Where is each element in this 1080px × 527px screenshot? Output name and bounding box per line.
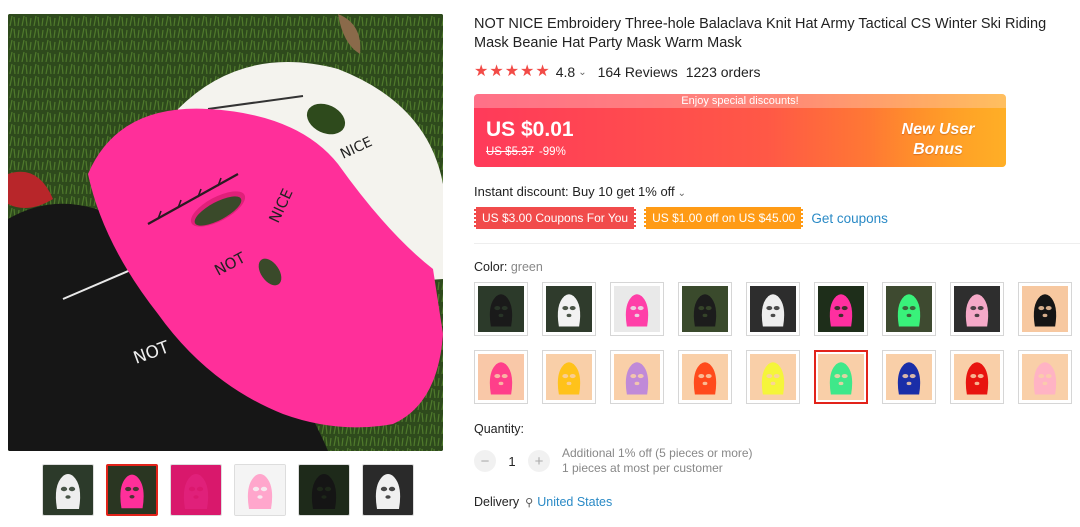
thumbnail-strip	[42, 464, 414, 518]
color-swatch-lemon[interactable]	[746, 350, 800, 404]
rating-value[interactable]: 4.8	[556, 64, 575, 80]
color-label-text: Color:	[474, 260, 508, 274]
balaclava-thumbnail-image	[614, 354, 660, 400]
balaclava-thumbnail-image	[1022, 286, 1068, 332]
color-swatch-black-embroidery[interactable]	[678, 282, 732, 336]
gallery-thumbnail-black-flat[interactable]	[298, 464, 350, 516]
original-price: US $5.37	[486, 146, 534, 158]
promo-strip: Enjoy special discounts!	[474, 94, 1006, 108]
gallery-thumbnail-image	[43, 465, 93, 515]
instant-discount[interactable]: Instant discount: Buy 10 get 1% off ⌄	[474, 184, 697, 199]
reviews-link[interactable]: 164 Reviews	[598, 64, 678, 80]
main-product-image[interactable]: NICE NOT NOT NICE	[8, 14, 443, 451]
increase-quantity-button[interactable]: +	[528, 450, 550, 472]
discount-percent: -99%	[538, 146, 566, 158]
delivery-label: Delivery	[474, 495, 520, 509]
decrease-quantity-button[interactable]: −	[474, 450, 496, 472]
coupon-row: US $3.00 Coupons For You US $1.00 off on…	[472, 207, 888, 229]
color-swatch-black[interactable]	[474, 282, 528, 336]
orders-count: 1223 orders	[685, 64, 761, 80]
quantity-info-line-2: 1 pieces at most per customer	[562, 461, 723, 475]
new-user-bonus[interactable]: New User Bonus	[888, 120, 988, 160]
balaclava-thumbnail-image	[1022, 354, 1068, 400]
balaclava-thumbnail-image	[682, 286, 728, 332]
balaclava-thumbnail-image	[954, 354, 1000, 400]
gallery-thumbnail-image	[299, 465, 349, 515]
gallery-thumbnail-image	[235, 465, 285, 515]
delivery-row: Delivery ⚲ United States	[474, 495, 612, 509]
color-swatch-rose-embroidery[interactable]	[814, 282, 868, 336]
balaclava-thumbnail-image	[478, 286, 524, 332]
balaclava-thumbnail-image	[818, 354, 864, 400]
gallery-thumbnail-pink-model[interactable]	[234, 464, 286, 516]
gallery-thumbnail-white-flat[interactable]	[362, 464, 414, 516]
color-swatch-yellow[interactable]	[542, 350, 596, 404]
color-swatch-navy[interactable]	[882, 350, 936, 404]
color-swatch-white[interactable]	[542, 282, 596, 336]
gallery-thumbnail-rose-white-black[interactable]	[106, 464, 158, 516]
color-label: Color: green	[474, 260, 543, 274]
balaclava-thumbnail-image	[478, 354, 524, 400]
get-coupons-link[interactable]: Get coupons	[811, 211, 888, 226]
quantity-stepper: − 1 + Additional 1% off (5 pieces or mor…	[474, 446, 753, 476]
balaclava-thumbnail-image	[886, 354, 932, 400]
instant-discount-text: Instant discount: Buy 10 get 1% off	[474, 184, 675, 199]
color-swatch-red[interactable]	[950, 350, 1004, 404]
gallery-thumbnail-mixed[interactable]	[42, 464, 94, 516]
original-price-row: US $5.37 -99%	[486, 146, 566, 158]
star-icon: ★	[489, 63, 504, 80]
color-swatch-light-pink[interactable]	[1018, 350, 1072, 404]
location-pin-icon: ⚲	[525, 496, 534, 509]
star-icon: ★	[474, 63, 489, 80]
product-details: NOT NICE Embroidery Three-hole Balaclava…	[472, 0, 1080, 527]
color-swatch-black-plain[interactable]	[1018, 282, 1072, 336]
gallery-thumbnail-image	[171, 465, 221, 515]
gallery-thumbnail-image	[108, 466, 156, 514]
quantity-info-line-1: Additional 1% off (5 pieces or more)	[562, 446, 753, 460]
bonus-line-1: New User	[901, 121, 975, 138]
gallery-thumbnail-image	[363, 465, 413, 515]
bonus-line-2: Bonus	[913, 141, 963, 158]
divider	[474, 243, 1080, 244]
current-price: US $0.01	[486, 118, 574, 141]
price-banner: Enjoy special discounts! US $0.01 US $5.…	[474, 94, 1006, 167]
balaclava-thumbnail-image	[750, 286, 796, 332]
star-icon: ★	[535, 63, 550, 80]
color-swatch-purple[interactable]	[610, 350, 664, 404]
balaclava-thumbnail-image	[546, 354, 592, 400]
balaclava-thumbnail-image	[954, 286, 1000, 332]
balaclava-thumbnail-image	[546, 286, 592, 332]
gallery-thumbnail-rose-flat[interactable]	[170, 464, 222, 516]
coupon-select[interactable]: US $1.00 off on US $45.00	[643, 207, 805, 229]
chevron-down-icon: ⌄	[677, 188, 687, 199]
balaclava-thumbnail-image	[818, 286, 864, 332]
color-swatch-rose[interactable]	[610, 282, 664, 336]
quantity-label: Quantity:	[474, 422, 525, 436]
star-icon: ★	[504, 63, 520, 80]
color-swatch-grid	[474, 282, 1080, 404]
balaclava-thumbnail-image	[614, 286, 660, 332]
delivery-country-link[interactable]: United States	[537, 495, 612, 509]
rating-stars: ★ ★ ★ ★ ★	[474, 64, 550, 80]
star-icon: ★	[520, 63, 535, 80]
balaclava-photo: NICE NOT NOT NICE	[8, 14, 443, 451]
coupon-store[interactable]: US $3.00 Coupons For You	[472, 207, 638, 229]
quantity-input[interactable]: 1	[496, 454, 528, 469]
color-swatch-green[interactable]	[814, 350, 868, 404]
chevron-down-icon[interactable]: ⌄	[578, 67, 586, 78]
color-swatch-white-embroidery[interactable]	[746, 282, 800, 336]
color-swatch-pink[interactable]	[950, 282, 1004, 336]
rating-row: ★ ★ ★ ★ ★ 4.8 ⌄ 164 Reviews 1223 orders	[474, 62, 760, 82]
color-swatch-hot-pink[interactable]	[474, 350, 528, 404]
color-swatch-orange[interactable]	[678, 350, 732, 404]
quantity-info: Additional 1% off (5 pieces or more) 1 p…	[562, 446, 753, 476]
selected-color-value: green	[510, 260, 543, 274]
balaclava-thumbnail-image	[682, 354, 728, 400]
balaclava-thumbnail-image	[886, 286, 932, 332]
balaclava-thumbnail-image	[750, 354, 796, 400]
color-swatch-fluorescent-green[interactable]	[882, 282, 936, 336]
product-title: NOT NICE Embroidery Three-hole Balaclava…	[474, 16, 1047, 51]
